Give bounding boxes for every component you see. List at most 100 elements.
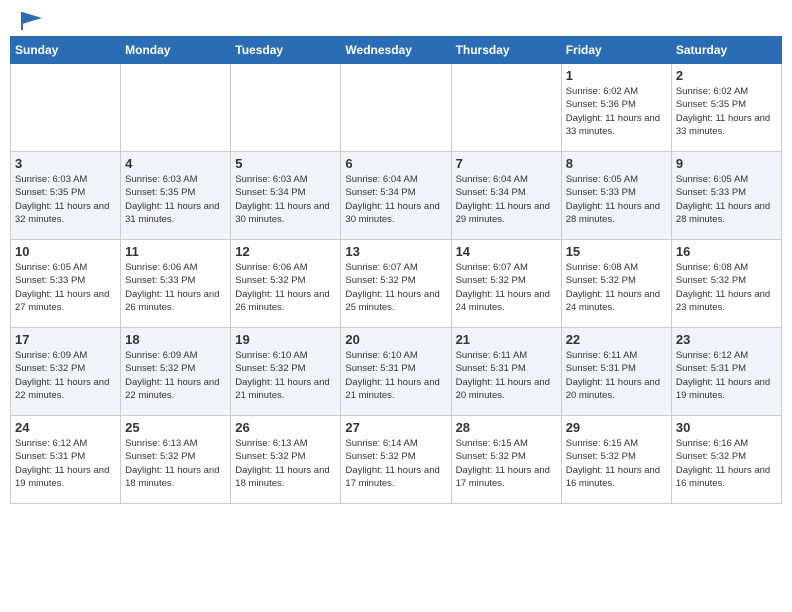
calendar-day-cell: 19 Sunrise: 6:10 AMSunset: 5:32 PMDayligh… xyxy=(231,328,341,416)
calendar-day-cell: 6Sunrise: 6:04 AMSunset: 5:34 PMDaylight… xyxy=(341,152,451,240)
day-number: 20 xyxy=(345,332,446,347)
day-info: Sunrise: 6:14 AMSunset: 5:32 PMDaylight:… xyxy=(345,437,446,490)
day-info: Sunrise: 6:13 AMSunset: 5:32 PMDaylight:… xyxy=(235,437,336,490)
day-number: 5 xyxy=(235,156,336,171)
calendar-day-cell: 4Sunrise: 6:03 AMSunset: 5:35 PMDaylight… xyxy=(121,152,231,240)
day-info: Sunrise: 6:12 AMSunset: 5:31 PMDaylight:… xyxy=(676,349,777,402)
day-number: 30 xyxy=(676,420,777,435)
calendar-day-cell: 26 Sunrise: 6:13 AMSunset: 5:32 PMDayligh… xyxy=(231,416,341,504)
calendar-week-row: 1 Sunrise: 6:02 AMSunset: 5:36 PMDaylight… xyxy=(11,64,782,152)
day-info: Sunrise: 6:03 AMSunset: 5:34 PMDaylight:… xyxy=(235,173,336,226)
day-info: Sunrise: 6:06 AMSunset: 5:32 PMDaylight:… xyxy=(235,261,336,314)
day-info: Sunrise: 6:15 AMSunset: 5:32 PMDaylight:… xyxy=(566,437,667,490)
day-info: Sunrise: 6:07 AMSunset: 5:32 PMDaylight:… xyxy=(456,261,557,314)
day-info: Sunrise: 6:11 AMSunset: 5:31 PMDaylight:… xyxy=(566,349,667,402)
calendar-table: SundayMondayTuesdayWednesdayThursdayFrid… xyxy=(10,36,782,504)
calendar-day-cell: 20 Sunrise: 6:10 AMSunset: 5:31 PMDayligh… xyxy=(341,328,451,416)
calendar-day-cell: 9 Sunrise: 6:05 AMSunset: 5:33 PMDaylight… xyxy=(671,152,781,240)
calendar-day-cell: 29 Sunrise: 6:15 AMSunset: 5:32 PMDayligh… xyxy=(561,416,671,504)
day-number: 7 xyxy=(456,156,557,171)
day-info: Sunrise: 6:13 AMSunset: 5:32 PMDaylight:… xyxy=(125,437,226,490)
calendar-day-cell: 14 Sunrise: 6:07 AMSunset: 5:32 PMDayligh… xyxy=(451,240,561,328)
calendar-day-cell: 15Sunrise: 6:08 AMSunset: 5:32 PMDayligh… xyxy=(561,240,671,328)
calendar-day-cell xyxy=(231,64,341,152)
day-info: Sunrise: 6:09 AMSunset: 5:32 PMDaylight:… xyxy=(125,349,226,402)
day-info: Sunrise: 6:06 AMSunset: 5:33 PMDaylight:… xyxy=(125,261,226,314)
day-info: Sunrise: 6:04 AMSunset: 5:34 PMDaylight:… xyxy=(456,173,557,226)
calendar-day-cell xyxy=(341,64,451,152)
day-number: 21 xyxy=(456,332,557,347)
calendar-day-cell: 5 Sunrise: 6:03 AMSunset: 5:34 PMDaylight… xyxy=(231,152,341,240)
calendar-col-header: Thursday xyxy=(451,37,561,64)
calendar-week-row: 10 Sunrise: 6:05 AMSunset: 5:33 PMDayligh… xyxy=(11,240,782,328)
calendar-col-header: Wednesday xyxy=(341,37,451,64)
calendar-day-cell xyxy=(121,64,231,152)
calendar-day-cell: 8 Sunrise: 6:05 AMSunset: 5:33 PMDaylight… xyxy=(561,152,671,240)
day-number: 18 xyxy=(125,332,226,347)
calendar-day-cell: 21 Sunrise: 6:11 AMSunset: 5:31 PMDayligh… xyxy=(451,328,561,416)
day-number: 1 xyxy=(566,68,667,83)
calendar-col-header: Monday xyxy=(121,37,231,64)
calendar-day-cell: 17 Sunrise: 6:09 AMSunset: 5:32 PMDayligh… xyxy=(11,328,121,416)
calendar-day-cell: 22Sunrise: 6:11 AMSunset: 5:31 PMDayligh… xyxy=(561,328,671,416)
calendar-day-cell: 11 Sunrise: 6:06 AMSunset: 5:33 PMDayligh… xyxy=(121,240,231,328)
day-number: 23 xyxy=(676,332,777,347)
calendar-day-cell: 1 Sunrise: 6:02 AMSunset: 5:36 PMDaylight… xyxy=(561,64,671,152)
calendar-day-cell: 30 Sunrise: 6:16 AMSunset: 5:32 PMDayligh… xyxy=(671,416,781,504)
calendar-day-cell: 2Sunrise: 6:02 AMSunset: 5:35 PMDaylight… xyxy=(671,64,781,152)
calendar-col-header: Sunday xyxy=(11,37,121,64)
day-number: 2 xyxy=(676,68,777,83)
page-header xyxy=(10,10,782,28)
calendar-day-cell: 7 Sunrise: 6:04 AMSunset: 5:34 PMDaylight… xyxy=(451,152,561,240)
calendar-day-cell: 23 Sunrise: 6:12 AMSunset: 5:31 PMDayligh… xyxy=(671,328,781,416)
logo-flag-icon xyxy=(18,10,46,32)
day-number: 24 xyxy=(15,420,116,435)
calendar-day-cell: 24 Sunrise: 6:12 AMSunset: 5:31 PMDayligh… xyxy=(11,416,121,504)
day-number: 12 xyxy=(235,244,336,259)
calendar-day-cell: 3Sunrise: 6:03 AMSunset: 5:35 PMDaylight… xyxy=(11,152,121,240)
day-number: 6 xyxy=(345,156,446,171)
day-info: Sunrise: 6:16 AMSunset: 5:32 PMDaylight:… xyxy=(676,437,777,490)
calendar-col-header: Friday xyxy=(561,37,671,64)
day-number: 29 xyxy=(566,420,667,435)
calendar-week-row: 24 Sunrise: 6:12 AMSunset: 5:31 PMDayligh… xyxy=(11,416,782,504)
day-info: Sunrise: 6:12 AMSunset: 5:31 PMDaylight:… xyxy=(15,437,116,490)
day-info: Sunrise: 6:10 AMSunset: 5:31 PMDaylight:… xyxy=(345,349,446,402)
day-info: Sunrise: 6:05 AMSunset: 5:33 PMDaylight:… xyxy=(566,173,667,226)
day-info: Sunrise: 6:11 AMSunset: 5:31 PMDaylight:… xyxy=(456,349,557,402)
day-info: Sunrise: 6:09 AMSunset: 5:32 PMDaylight:… xyxy=(15,349,116,402)
calendar-day-cell: 18 Sunrise: 6:09 AMSunset: 5:32 PMDayligh… xyxy=(121,328,231,416)
calendar-day-cell xyxy=(451,64,561,152)
day-info: Sunrise: 6:10 AMSunset: 5:32 PMDaylight:… xyxy=(235,349,336,402)
day-info: Sunrise: 6:05 AMSunset: 5:33 PMDaylight:… xyxy=(676,173,777,226)
day-info: Sunrise: 6:15 AMSunset: 5:32 PMDaylight:… xyxy=(456,437,557,490)
day-number: 17 xyxy=(15,332,116,347)
calendar-day-cell: 27 Sunrise: 6:14 AMSunset: 5:32 PMDayligh… xyxy=(341,416,451,504)
calendar-col-header: Tuesday xyxy=(231,37,341,64)
day-number: 19 xyxy=(235,332,336,347)
day-info: Sunrise: 6:05 AMSunset: 5:33 PMDaylight:… xyxy=(15,261,116,314)
day-info: Sunrise: 6:08 AMSunset: 5:32 PMDaylight:… xyxy=(676,261,777,314)
calendar-week-row: 17 Sunrise: 6:09 AMSunset: 5:32 PMDayligh… xyxy=(11,328,782,416)
day-number: 10 xyxy=(15,244,116,259)
day-number: 9 xyxy=(676,156,777,171)
day-number: 8 xyxy=(566,156,667,171)
day-number: 11 xyxy=(125,244,226,259)
day-number: 13 xyxy=(345,244,446,259)
day-number: 14 xyxy=(456,244,557,259)
day-info: Sunrise: 6:07 AMSunset: 5:32 PMDaylight:… xyxy=(345,261,446,314)
day-number: 25 xyxy=(125,420,226,435)
calendar-week-row: 3Sunrise: 6:03 AMSunset: 5:35 PMDaylight… xyxy=(11,152,782,240)
calendar-day-cell: 28 Sunrise: 6:15 AMSunset: 5:32 PMDayligh… xyxy=(451,416,561,504)
day-number: 27 xyxy=(345,420,446,435)
calendar-day-cell: 16Sunrise: 6:08 AMSunset: 5:32 PMDayligh… xyxy=(671,240,781,328)
calendar-day-cell: 13 Sunrise: 6:07 AMSunset: 5:32 PMDayligh… xyxy=(341,240,451,328)
calendar-day-cell: 10 Sunrise: 6:05 AMSunset: 5:33 PMDayligh… xyxy=(11,240,121,328)
day-info: Sunrise: 6:08 AMSunset: 5:32 PMDaylight:… xyxy=(566,261,667,314)
day-info: Sunrise: 6:02 AMSunset: 5:36 PMDaylight:… xyxy=(566,85,667,138)
day-number: 26 xyxy=(235,420,336,435)
day-number: 4 xyxy=(125,156,226,171)
calendar-col-header: Saturday xyxy=(671,37,781,64)
day-number: 28 xyxy=(456,420,557,435)
calendar-day-cell xyxy=(11,64,121,152)
